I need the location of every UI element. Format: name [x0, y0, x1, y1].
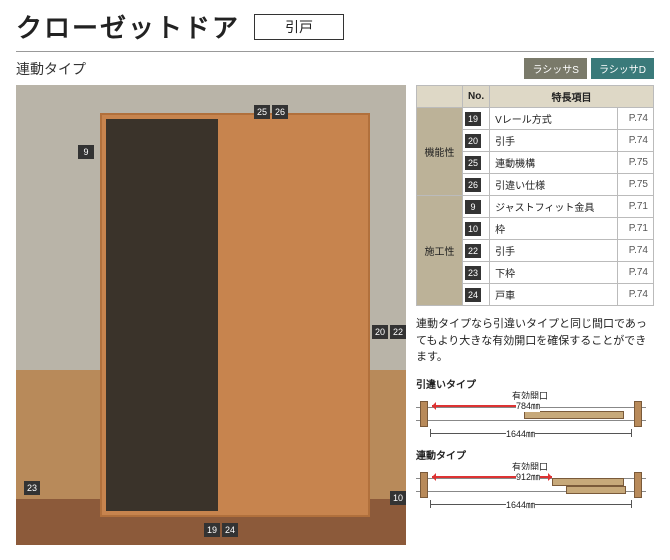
spec-num: 20: [465, 134, 481, 148]
callout-num: 22: [390, 325, 406, 339]
diagram-1: 引違いタイプ 有効開口 784㎜ 1644㎜: [416, 376, 654, 437]
spec-num: 25: [465, 156, 481, 170]
spec-row: 機能性 19 Vレール方式 P.74: [417, 108, 654, 130]
callout-bottom-left: 23: [24, 481, 40, 495]
callout-num: 20: [372, 325, 388, 339]
spec-page: P.71: [618, 196, 654, 218]
spec-page: P.74: [618, 262, 654, 284]
page-title: クローゼットドア: [16, 8, 240, 45]
spec-item: Vレール方式: [490, 108, 618, 130]
callout-left: 9: [78, 145, 94, 159]
spec-num: 24: [465, 288, 481, 302]
col-no: No.: [463, 86, 490, 108]
spec-page: P.71: [618, 218, 654, 240]
spec-item: 引手: [490, 130, 618, 152]
callout-num: 19: [204, 523, 220, 537]
callout-top: 25 26: [254, 105, 288, 119]
closet-interior: [106, 119, 218, 511]
spec-item: 枠: [490, 218, 618, 240]
spec-page: P.74: [618, 130, 654, 152]
group-cell: 施工性: [417, 196, 463, 306]
tag-product-d: ラシッサD: [591, 58, 654, 79]
callout-num: 24: [222, 523, 238, 537]
total-value: 1644㎜: [506, 427, 535, 440]
callout-num: 23: [24, 481, 40, 495]
spec-page: P.74: [618, 284, 654, 306]
spec-num: 26: [465, 178, 481, 192]
main-layout: 25 26 9 20 22 23 19 24 10 No. 特長項目: [0, 85, 670, 545]
right-column: No. 特長項目 機能性 19 Vレール方式 P.74 20 引手 P.74 2…: [416, 85, 654, 545]
door-panel: [100, 113, 370, 517]
callout-bottom-center: 19 24: [204, 523, 238, 537]
callout-bottom-right: 10: [390, 491, 406, 505]
spec-item: 連動機構: [490, 152, 618, 174]
col-item: 特長項目: [490, 86, 654, 108]
spec-num: 10: [465, 222, 481, 236]
diagram-2: 連動タイプ 有効開口 912㎜ 1644㎜: [416, 447, 654, 508]
spec-item: 引違い仕様: [490, 174, 618, 196]
product-photo: [16, 85, 406, 545]
spec-item: 下枠: [490, 262, 618, 284]
product-photo-wrap: 25 26 9 20 22 23 19 24 10: [16, 85, 406, 545]
page-subtitle: 引戸: [254, 14, 344, 40]
callout-num: 25: [254, 105, 270, 119]
divider: [16, 51, 654, 52]
callout-num: 26: [272, 105, 288, 119]
description: 連動タイプなら引違いタイプと同じ間口であってもより大きな有効開口を確保することが…: [416, 316, 654, 366]
subheader: 連動タイプ ラシッサS ラシッサD: [0, 56, 670, 85]
callout-num: 9: [78, 145, 94, 159]
total-value: 1644㎜: [506, 498, 535, 511]
spec-item: 戸車: [490, 284, 618, 306]
spec-page: P.75: [618, 174, 654, 196]
tag-group: ラシッサS ラシッサD: [524, 58, 654, 79]
spec-page: P.74: [618, 240, 654, 262]
group-cell: 機能性: [417, 108, 463, 196]
tag-product-s: ラシッサS: [524, 58, 586, 79]
spec-page: P.75: [618, 152, 654, 174]
opening-value: 912㎜: [516, 470, 540, 483]
header: クローゼットドア 引戸: [0, 0, 670, 49]
diagram-svg: 有効開口 912㎜ 1644㎜: [416, 464, 646, 508]
spec-table: No. 特長項目 機能性 19 Vレール方式 P.74 20 引手 P.74 2…: [416, 85, 654, 306]
callout-num: 10: [390, 491, 406, 505]
spec-num: 19: [465, 112, 481, 126]
subtype-label: 連動タイプ: [16, 59, 86, 79]
opening-value: 784㎜: [516, 399, 540, 412]
spec-item: 引手: [490, 240, 618, 262]
spec-item: ジャストフィット金具: [490, 196, 618, 218]
spec-num: 22: [465, 244, 481, 258]
spec-num: 9: [465, 200, 481, 214]
callout-right-mid: 20 22: [372, 325, 406, 339]
spec-row: 施工性 9 ジャストフィット金具 P.71: [417, 196, 654, 218]
diagram-svg: 有効開口 784㎜ 1644㎜: [416, 393, 646, 437]
spec-num: 23: [465, 266, 481, 280]
spec-page: P.74: [618, 108, 654, 130]
spec-head-row: No. 特長項目: [417, 86, 654, 108]
